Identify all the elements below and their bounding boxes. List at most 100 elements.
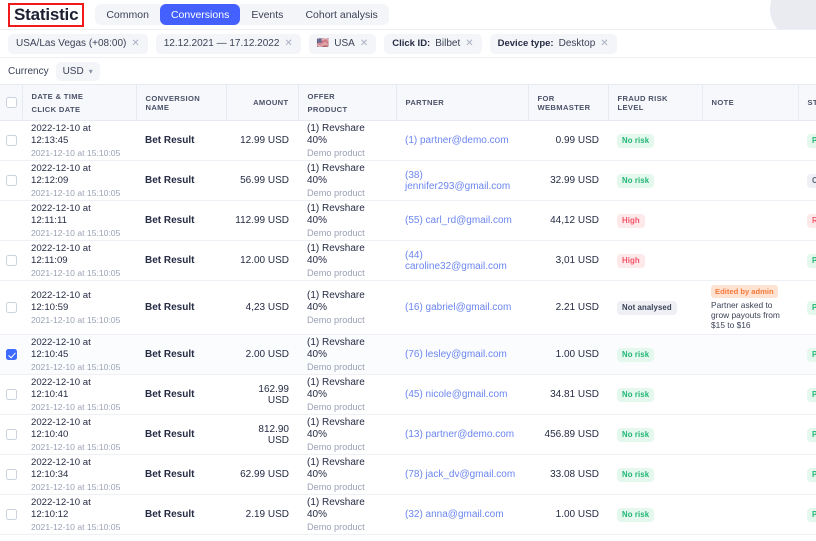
row-checkbox[interactable] [6,302,17,313]
table-row[interactable]: 2022-12-10 at 12:12:09 2021-12-10 at 15:1… [0,160,816,201]
row-date-time: 2022-12-10 at 12:10:45 [31,336,91,360]
cell-offer: (1) Revshare 40% Demo product [298,494,396,535]
row-checkbox[interactable] [6,469,17,480]
row-partner-link[interactable]: (32) anna@gmail.com [405,509,504,520]
row-checkbox[interactable] [6,429,17,440]
table-row[interactable]: 2022-12-10 at 12:10:45 2021-12-10 at 15:1… [0,334,816,375]
row-checkbox[interactable] [6,349,17,360]
row-click-date: 2021-12-10 at 15:10:05 [31,521,121,532]
row-checkbox[interactable] [6,175,17,186]
row-partner-link[interactable]: (1) partner@demo.com [405,135,509,146]
column-date-time-label: DATE & TIME [31,91,84,101]
row-offer: (1) Revshare 40% [307,376,365,400]
table-row[interactable]: 2022-12-10 at 12:10:40 2021-12-10 at 15:1… [0,414,816,455]
cell-status: Paid [798,334,816,375]
row-product: Demo product [307,147,365,158]
column-partner[interactable]: PARTNER [396,84,529,121]
filter-chip-value: Desktop [558,38,596,49]
cell-note[interactable] [702,454,798,495]
tab-cohort-analysis[interactable]: Cohort analysis [294,4,388,25]
cell-date-time: 2022-12-10 at 12:10:59 2021-12-10 at 15:1… [22,280,136,335]
row-partner-link[interactable]: (38) jennifer293@gmail.com [405,170,510,192]
cell-note[interactable] [702,160,798,201]
column-conversion-name[interactable]: CONVERSION NAME [136,84,227,121]
cell-offer: (1) Revshare 40% Demo product [298,280,396,335]
column-amount[interactable]: AMOUNT [226,84,299,121]
flag-icon: 🇺🇸 [316,37,330,49]
cell-note[interactable] [702,494,798,535]
tab-common[interactable]: Common [95,4,160,25]
table-row[interactable]: 2022-12-10 at 12:11:09 2021-12-10 at 15:1… [0,240,816,281]
row-offer: (1) Revshare 40% [307,416,365,440]
row-offer: (1) Revshare 40% [307,242,365,266]
column-date-time[interactable]: DATE & TIME CLICK DATE [22,84,137,121]
filter-chip[interactable]: USA/Las Vegas (+08:00) ✕ [8,33,148,54]
row-conversion-name: Bet Result [145,469,195,480]
row-partner-link[interactable]: (16) gabriel@gmail.com [405,302,511,313]
row-checkbox[interactable] [6,509,17,520]
cell-offer: (1) Revshare 40% Demo product [298,120,396,161]
select-all-checkbox[interactable] [6,97,17,108]
table-row[interactable]: 2022-12-10 at 12:10:59 2021-12-10 at 15:1… [0,280,816,335]
row-conversion-name: Bet Result [145,509,195,520]
column-note[interactable]: NOTE [702,84,799,121]
tab-bar: Common Conversions Events Cohort analysis [95,4,389,25]
row-partner-link[interactable]: (78) jack_dv@gmail.com [405,469,515,480]
cell-note[interactable] [702,334,798,375]
row-date-time: 2022-12-10 at 12:10:41 [31,376,91,400]
table-row[interactable]: 2022-12-10 at 12:13:45 2021-12-10 at 15:1… [0,120,816,161]
close-icon[interactable]: ✕ [131,38,139,49]
row-offer: (1) Revshare 40% [307,202,365,226]
table-header-row: DATE & TIME CLICK DATE CONVERSION NAME A… [0,84,816,121]
table-row[interactable]: 2022-12-10 at 12:10:34 2021-12-10 at 15:1… [0,454,816,495]
cell-partner: (76) lesley@gmail.com [396,334,528,375]
row-click-date: 2021-12-10 at 15:10:05 [31,267,121,278]
row-product: Demo product [307,401,365,412]
cell-for-webmaster: 456.89 USD [528,414,608,455]
cell-note[interactable] [702,200,798,241]
tab-conversions[interactable]: Conversions [159,4,241,25]
close-icon[interactable]: ✕ [284,38,292,49]
cell-status: Paid [798,414,816,455]
filter-chip[interactable]: 12.12.2021 — 17.12.2022 ✕ [155,33,301,54]
table-row[interactable]: 2022-12-10 at 12:10:12 2021-12-10 at 15:1… [0,494,816,535]
filter-bar: USA/Las Vegas (+08:00) ✕ 12.12.2021 — 17.1… [0,29,816,58]
cell-partner: (55) carl_rd@gmail.com [396,200,528,241]
table-row[interactable]: 2022-12-10 at 12:11:11 2021-12-10 at 15:1… [0,200,816,241]
column-fraud-risk-level[interactable]: FRAUD RISK LEVEL [608,84,703,121]
row-select-cell [0,414,22,455]
tab-events[interactable]: Events [240,4,294,25]
row-checkbox[interactable] [6,389,17,400]
row-checkbox[interactable] [6,255,17,266]
status-badge: On hold [807,173,816,188]
cell-note[interactable] [702,120,798,161]
row-click-date: 2021-12-10 at 15:10:05 [31,227,121,238]
filter-chip[interactable]: Click ID: Bilbet ✕ [384,33,482,54]
cell-amount: 812.90 USD [226,414,298,455]
filter-chip[interactable]: 🇺🇸 USA ✕ [308,33,377,54]
row-product: Demo product [307,361,365,372]
cell-note[interactable] [702,414,798,455]
close-icon[interactable]: ✕ [360,38,368,49]
filter-chip[interactable]: Device type: Desktop ✕ [489,33,617,54]
row-partner-link[interactable]: (13) partner@demo.com [405,429,514,440]
row-offer: (1) Revshare 40% [307,336,365,360]
row-partner-link[interactable]: (44) caroline32@gmail.com [405,250,507,272]
column-for-webmaster[interactable]: FOR WEBMASTER [528,84,609,121]
row-partner-link[interactable]: (55) carl_rd@gmail.com [405,215,512,226]
column-product-label: PRODUCT [307,104,348,114]
table-row[interactable]: 2022-12-10 at 12:10:41 2021-12-10 at 15:1… [0,374,816,415]
cell-note[interactable]: Edited by admin Partner asked to grow pay… [702,280,798,335]
close-icon[interactable]: ✕ [465,38,473,49]
row-partner-link[interactable]: (45) nicole@gmail.com [405,389,507,400]
column-status[interactable]: STATUS [798,84,816,121]
fraud-risk-badge: No risk [617,387,655,402]
row-checkbox[interactable] [6,135,17,146]
row-partner-link[interactable]: (76) lesley@gmail.com [405,349,507,360]
currency-select[interactable]: USD ▾ [55,61,100,81]
close-icon[interactable]: ✕ [600,38,608,49]
cell-note[interactable] [702,240,798,281]
status-badge: Paid [807,467,816,482]
cell-note[interactable] [702,374,798,415]
column-offer[interactable]: OFFER PRODUCT [298,84,397,121]
